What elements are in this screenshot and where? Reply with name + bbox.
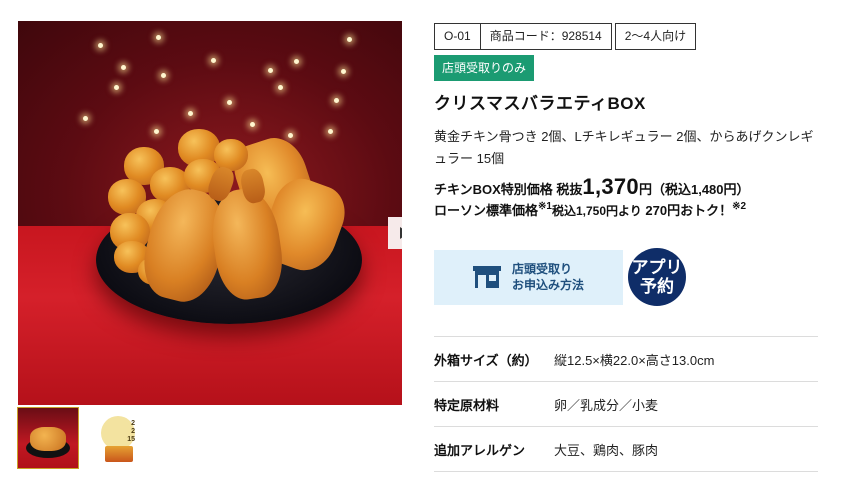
spec-row-additional-allergens: 追加アレルゲン 大豆、鶏肉、豚肉 xyxy=(434,426,818,472)
product-info: O-01 商品コード：928514 2〜4人向け 店頭受取りのみ クリスマスバラ… xyxy=(434,23,824,219)
standard-price-value: 税込1,750円より xyxy=(551,204,642,218)
fairy-light xyxy=(278,85,283,90)
pickup-only-badge: 店頭受取りのみ xyxy=(434,55,535,81)
fairy-light xyxy=(114,85,119,90)
spec-row-box-size: 外箱サイズ（約） 縦12.5×横22.0×高さ13.0cm xyxy=(434,336,818,382)
app-reservation-line2: 予約 xyxy=(640,277,674,296)
note-mark-1: ※1 xyxy=(538,201,552,212)
fairy-light xyxy=(154,129,159,134)
saving-amount: 270円おトク！ xyxy=(645,203,733,218)
spec-row-allergens: 特定原材料 卵／乳成分／小麦 xyxy=(434,381,818,427)
fairy-light xyxy=(227,100,232,105)
special-price-label: チキンBOX特別価格 税抜 xyxy=(434,182,583,197)
product-code-tag: 商品コード：928514 xyxy=(479,23,612,50)
special-price-unit: 円 xyxy=(638,182,652,197)
thumbnail-strip: 2 2 15 xyxy=(17,407,149,469)
store-pickup-label-line2: お申込み方法 xyxy=(512,278,585,292)
product-description: 黄金チキン骨つき 2個、Lチキレギュラー 2個、からあげクンレギュラー 15個 xyxy=(434,129,814,166)
fairy-light xyxy=(121,65,126,70)
main-product-image xyxy=(18,21,402,405)
fairy-light xyxy=(294,59,299,64)
fairy-light xyxy=(341,69,346,74)
store-pickup-label-line1: 店頭受取り xyxy=(512,262,573,276)
note-mark-2: ※2 xyxy=(732,201,747,212)
spec-value: 卵／乳成分／小麦 xyxy=(554,397,659,413)
special-price-tax-included: （税込1,480円） xyxy=(651,182,750,197)
standard-price-label: ローソン標準価格 xyxy=(434,203,539,218)
spec-label: 外箱サイズ（約） xyxy=(434,352,538,368)
thumbnail-badge-text: 2 2 15 xyxy=(127,420,135,443)
fairy-light xyxy=(268,68,273,73)
fairy-light xyxy=(98,43,103,48)
app-reservation-line1: アプリ xyxy=(631,258,683,277)
standard-price: ローソン標準価格※1税込1,750円より 270円おトク！※2 xyxy=(434,200,824,219)
chevron-right-icon xyxy=(400,227,402,239)
spec-value: 大豆、鶏肉、豚肉 xyxy=(554,442,659,458)
fairy-light xyxy=(347,37,352,42)
fairy-light xyxy=(211,58,216,63)
product-prefix-tag: O-01 xyxy=(434,23,481,50)
store-pickup-label: 店頭受取り お申込み方法 xyxy=(512,261,584,293)
thumbnail-food xyxy=(30,427,66,451)
fairy-light xyxy=(161,73,166,78)
fairy-light xyxy=(188,111,193,116)
product-title: クリスマスバラエティBOX xyxy=(434,94,646,113)
fairy-light xyxy=(334,98,339,103)
store-pickup-order-button[interactable]: 店頭受取り お申込み方法 xyxy=(434,249,623,305)
spec-label: 特定原材料 xyxy=(434,397,500,413)
fairy-light xyxy=(156,35,161,40)
app-reservation-button[interactable]: アプリ 予約 xyxy=(628,248,686,306)
order-actions: 店頭受取り お申込み方法 アプリ 予約 xyxy=(434,248,686,306)
next-image-button[interactable] xyxy=(388,217,402,249)
special-price: チキンBOX特別価格 税抜1,370円（税込1,480円） xyxy=(434,174,824,200)
thumbnail-box-package[interactable]: 2 2 15 xyxy=(89,408,149,468)
serving-size-tag: 2〜4人向け xyxy=(614,23,697,50)
fairy-light xyxy=(328,129,333,134)
spec-table: 外箱サイズ（約） 縦12.5×横22.0×高さ13.0cm 特定原材料 卵／乳成… xyxy=(434,336,818,472)
fairy-light xyxy=(288,133,293,138)
special-price-amount: 1,370 xyxy=(582,174,639,199)
thumbnail-box xyxy=(105,446,133,462)
fairy-light xyxy=(250,122,255,127)
store-icon xyxy=(473,266,501,288)
thumbnail-chicken-box[interactable] xyxy=(17,407,79,469)
spec-value: 縦12.5×横22.0×高さ13.0cm xyxy=(554,352,715,368)
spec-label: 追加アレルゲン xyxy=(434,442,526,458)
product-tags: O-01 商品コード：928514 2〜4人向け xyxy=(434,23,824,50)
fairy-light xyxy=(83,116,88,121)
